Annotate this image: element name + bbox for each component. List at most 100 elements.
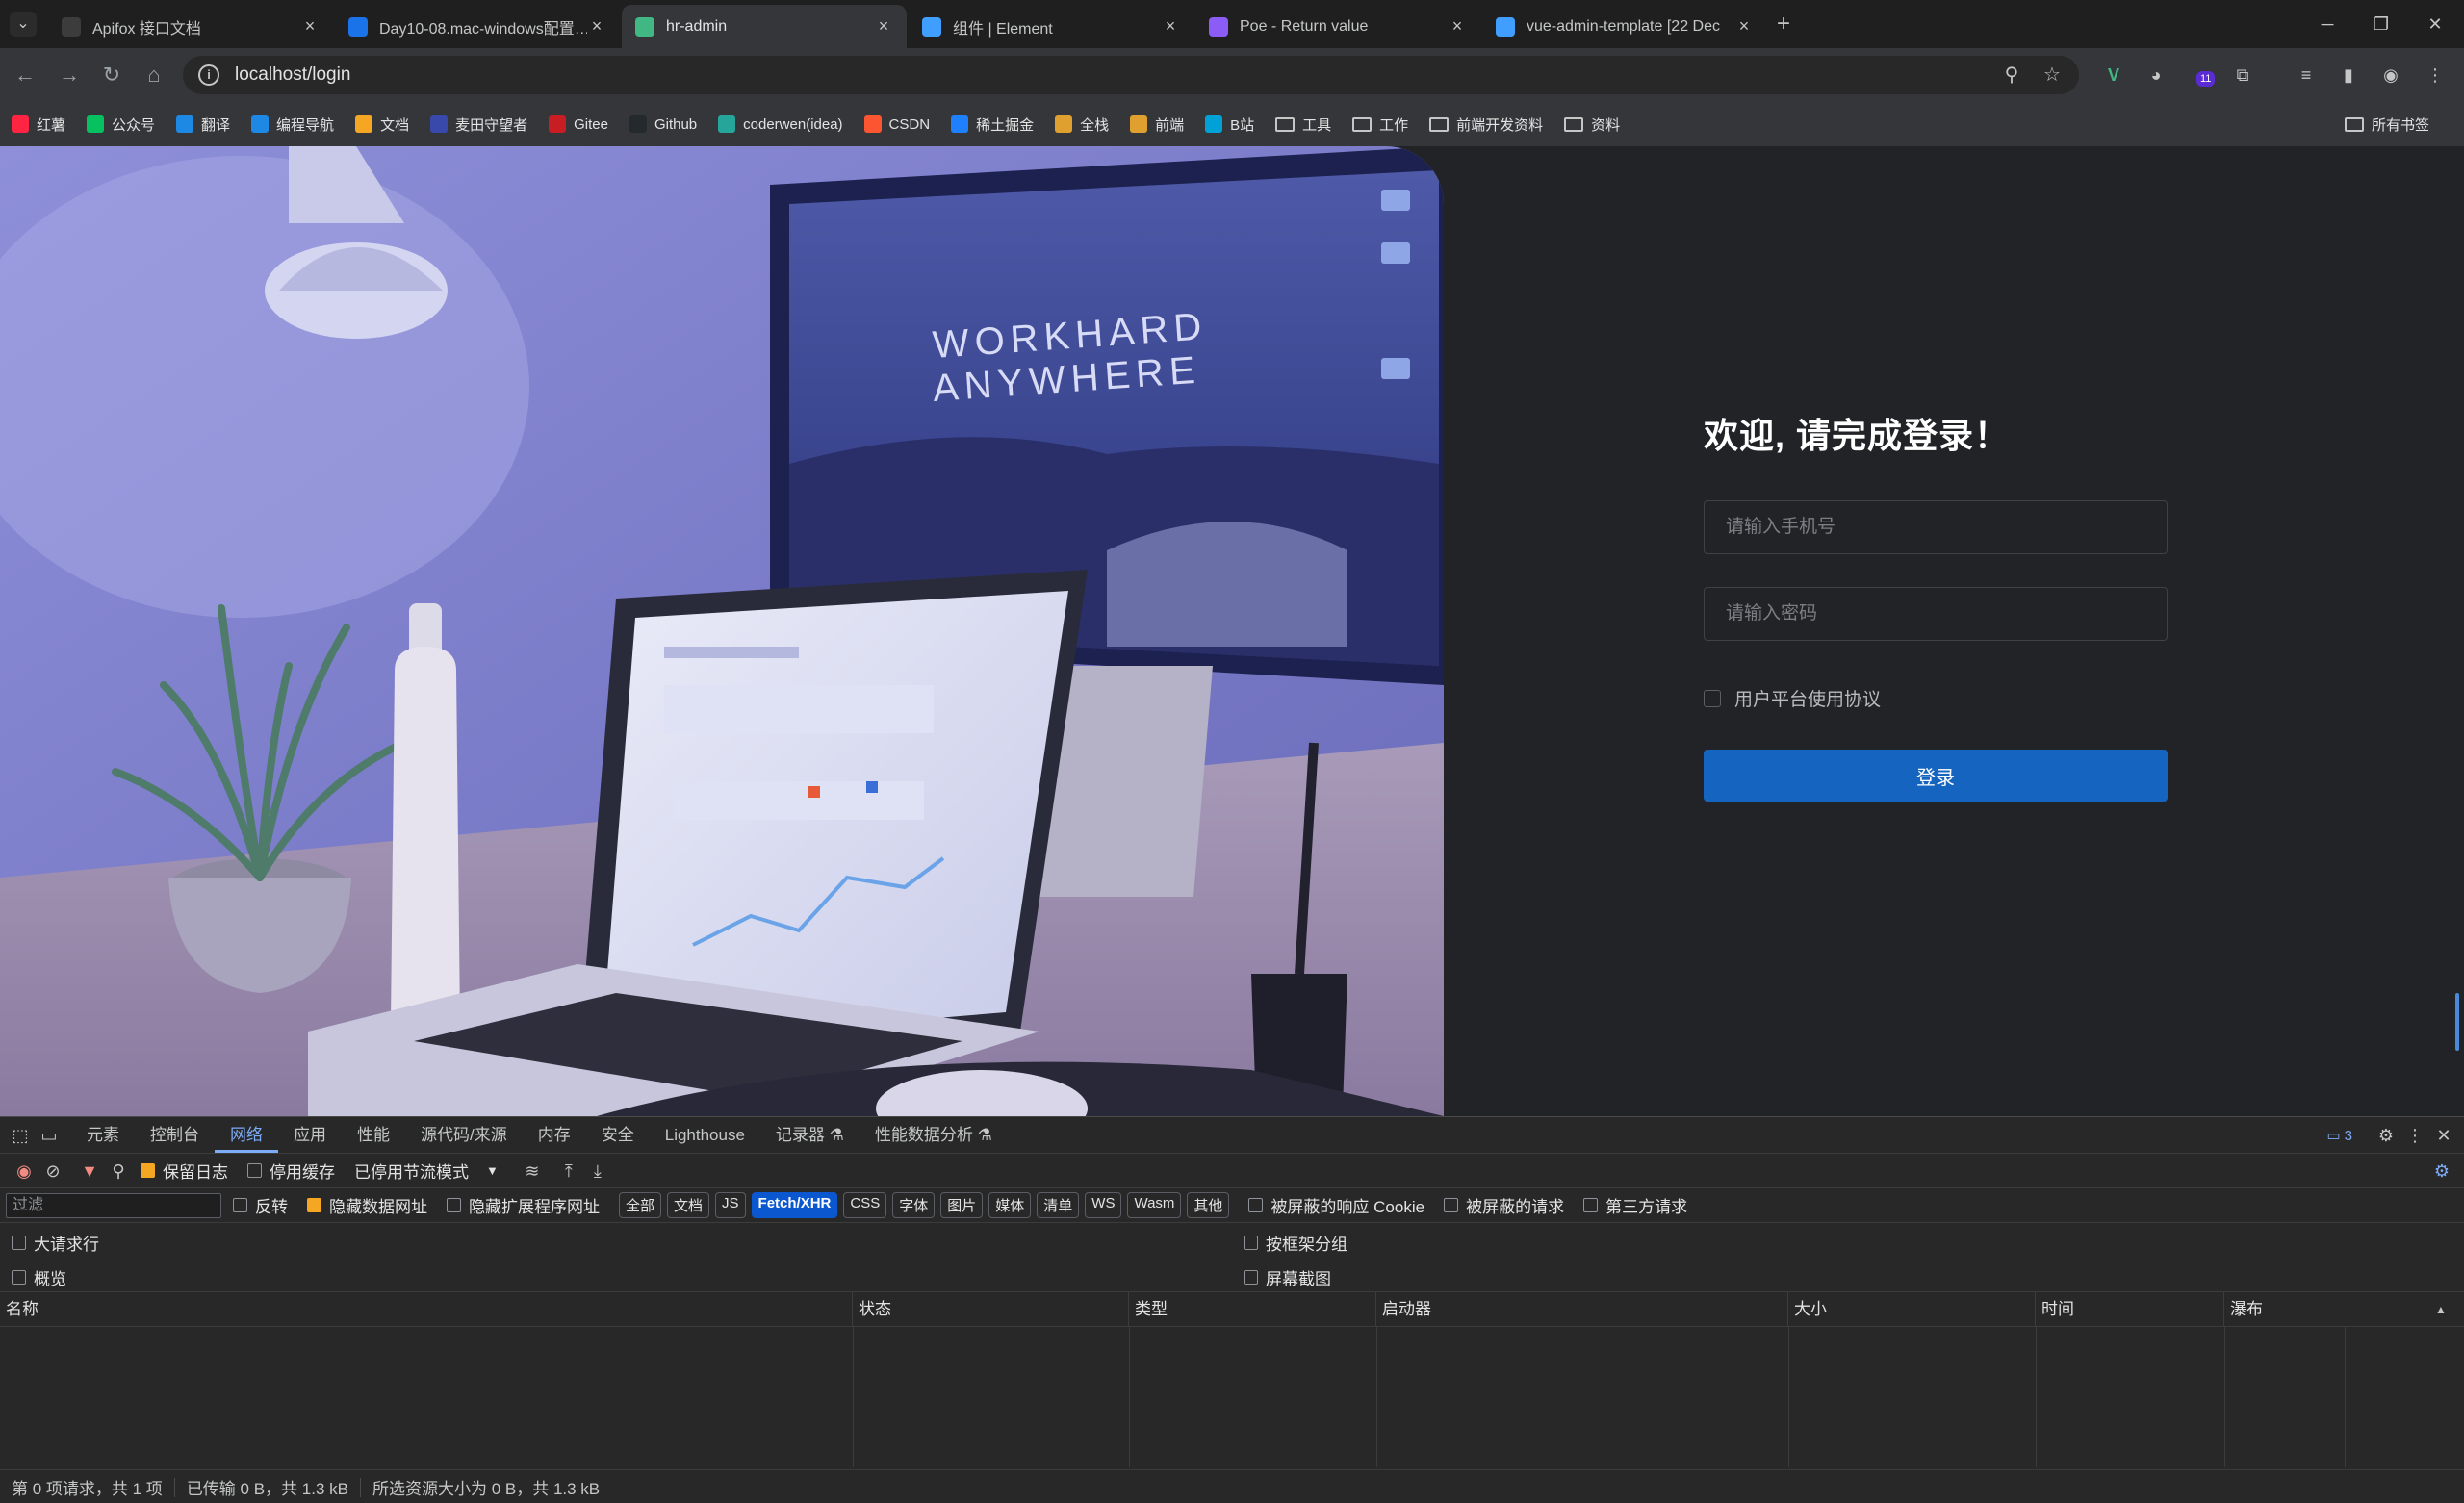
type-filter-pill[interactable]: 其他	[1187, 1192, 1230, 1218]
extensions-puzzle-icon[interactable]: ⧉	[2229, 62, 2256, 89]
browser-tab[interactable]: hr-admin ×	[622, 5, 907, 48]
tab-close-icon[interactable]: ×	[300, 16, 320, 37]
bookmark-folder[interactable]: 工作	[1352, 115, 1408, 135]
side-panel-icon[interactable]: ▮	[2335, 62, 2362, 89]
bookmark-folder[interactable]: 资料	[1564, 115, 1620, 135]
type-filter-pill[interactable]: 媒体	[988, 1192, 1032, 1218]
bookmark-item[interactable]: CSDN	[863, 115, 930, 133]
new-tab-button[interactable]: +	[1769, 10, 1798, 38]
devtools-settings-icon[interactable]: ⚙	[2372, 1121, 2400, 1150]
issues-counter[interactable]: ▭ 3	[2326, 1127, 2352, 1144]
hide-extension-urls-checkbox[interactable]: 隐藏扩展程序网址	[447, 1193, 600, 1217]
devtools-tab[interactable]: 控制台	[135, 1118, 215, 1153]
search-icon[interactable]: ⚲	[104, 1157, 133, 1185]
invert-checkbox[interactable]: 反转	[233, 1193, 288, 1217]
browser-tab[interactable]: 组件 | Element ×	[909, 5, 1194, 48]
type-filter-pill[interactable]: WS	[1085, 1192, 1122, 1218]
throttling-select[interactable]: 已停用节流模式 ▼	[354, 1159, 499, 1183]
column-waterfall[interactable]: 瀑布	[2224, 1292, 2464, 1327]
screenshots-checkbox[interactable]: 屏幕截图	[1244, 1265, 1331, 1289]
column-name[interactable]: 名称	[0, 1292, 853, 1327]
browser-tab[interactable]: Day10-08.mac-windows配置… ×	[335, 5, 620, 48]
bookmark-folder[interactable]: 工具	[1275, 115, 1331, 135]
blocked-requests-checkbox[interactable]: 被屏蔽的请求	[1444, 1193, 1564, 1217]
bookmark-item[interactable]: 麦田守望者	[430, 115, 527, 135]
browser-tab[interactable]: vue-admin-template [22 Dec ×	[1482, 5, 1767, 48]
profile-avatar-icon[interactable]: ◉	[2377, 62, 2404, 89]
devtools-close-icon[interactable]: ✕	[2429, 1121, 2458, 1150]
bookmark-item[interactable]: coderwen(idea)	[718, 115, 843, 133]
agreement-label[interactable]: 用户平台使用协议	[1734, 685, 1881, 711]
password-input[interactable]	[1704, 587, 2168, 641]
type-filter-pill[interactable]: 清单	[1037, 1192, 1080, 1218]
bookmark-item[interactable]: 稀土掘金	[951, 115, 1034, 135]
close-window-icon[interactable]: ✕	[2408, 0, 2462, 48]
column-time[interactable]: 时间	[2036, 1292, 2224, 1327]
import-har-icon[interactable]: ⤒	[554, 1157, 583, 1185]
browser-tab[interactable]: Poe - Return value ×	[1195, 5, 1480, 48]
bookmark-folder[interactable]: 前端开发资料	[1429, 115, 1543, 135]
clear-icon[interactable]: ⊘	[38, 1157, 67, 1185]
type-filter-pill[interactable]: JS	[715, 1192, 746, 1218]
column-type[interactable]: 类型	[1129, 1292, 1376, 1327]
tab-close-icon[interactable]: ×	[1161, 16, 1180, 37]
type-filter-pill[interactable]: Fetch/XHR	[751, 1192, 838, 1218]
zoom-icon[interactable]: ⚲	[1992, 56, 2031, 94]
type-filter-pill[interactable]: 全部	[619, 1192, 662, 1218]
bookmark-item[interactable]: Gitee	[549, 115, 608, 133]
home-icon[interactable]: ⌂	[139, 60, 169, 90]
record-icon[interactable]: ◉	[10, 1157, 38, 1185]
vue-devtools-icon[interactable]: V	[2100, 62, 2127, 89]
type-filter-pill[interactable]: Wasm	[1127, 1192, 1182, 1218]
network-conditions-icon[interactable]: ≋	[518, 1157, 547, 1185]
bookmark-item[interactable]: 红薯	[12, 115, 65, 135]
devtools-tab[interactable]: Lighthouse	[650, 1118, 760, 1153]
sort-ascending-icon[interactable]: ▲	[2435, 1292, 2447, 1327]
tab-close-icon[interactable]: ×	[1734, 16, 1754, 37]
back-icon[interactable]: ←	[10, 60, 40, 90]
scroll-indicator[interactable]	[2455, 993, 2459, 1051]
bookmark-item[interactable]: 公众号	[87, 115, 155, 135]
type-filter-pill[interactable]: 文档	[667, 1192, 710, 1218]
tab-close-icon[interactable]: ×	[587, 16, 606, 37]
bookmark-item[interactable]: 编程导航	[251, 115, 334, 135]
bookmark-item[interactable]: B站	[1205, 115, 1254, 135]
address-url[interactable]: localhost/login	[235, 64, 350, 86]
type-filter-pill[interactable]: 字体	[892, 1192, 936, 1218]
bookmark-item[interactable]: 前端	[1130, 115, 1184, 135]
devtools-tab[interactable]: 内存	[523, 1118, 586, 1153]
overview-checkbox[interactable]: 概览	[12, 1265, 66, 1289]
minimize-icon[interactable]: ─	[2300, 0, 2354, 48]
devtools-tab[interactable]: 网络	[215, 1118, 278, 1153]
inspect-element-icon[interactable]: ⬚	[6, 1121, 35, 1150]
address-bar[interactable]: i localhost/login	[183, 56, 2079, 94]
blocked-cookies-checkbox[interactable]: 被屏蔽的响应 Cookie	[1248, 1193, 1424, 1217]
column-initiator[interactable]: 启动器	[1376, 1292, 1788, 1327]
disable-cache-checkbox[interactable]: 停用缓存	[247, 1159, 335, 1183]
device-toolbar-icon[interactable]: ▭	[35, 1121, 64, 1150]
site-info-icon[interactable]: i	[198, 64, 219, 86]
type-filter-pill[interactable]: 图片	[940, 1192, 984, 1218]
preserve-log-checkbox[interactable]: 保留日志	[141, 1159, 228, 1183]
devtools-tab[interactable]: 记录器 ⚗	[760, 1118, 860, 1153]
bookmark-item[interactable]: 全栈	[1055, 115, 1109, 135]
reload-icon[interactable]: ↻	[96, 60, 127, 90]
network-settings-icon[interactable]: ⚙	[2427, 1157, 2456, 1185]
tab-close-icon[interactable]: ×	[874, 16, 893, 37]
big-request-rows-checkbox[interactable]: 大请求行	[12, 1231, 99, 1255]
bookmark-item[interactable]: 文档	[355, 115, 409, 135]
extension-badge-icon[interactable]: 11	[2193, 62, 2220, 89]
bookmark-star-icon[interactable]: ☆	[2033, 56, 2071, 94]
all-bookmarks-folder[interactable]: 所有书签	[2344, 102, 2429, 146]
export-har-icon[interactable]: ⤓	[583, 1157, 612, 1185]
reading-list-icon[interactable]: ≡	[2293, 62, 2320, 89]
devtools-tab[interactable]: 安全	[586, 1118, 650, 1153]
more-menu-icon[interactable]: ⋮	[2422, 62, 2449, 89]
login-button[interactable]: 登录	[1704, 750, 2168, 802]
forward-icon[interactable]: →	[54, 60, 85, 90]
third-party-checkbox[interactable]: 第三方请求	[1583, 1193, 1687, 1217]
devtools-tab[interactable]: 应用	[278, 1118, 342, 1153]
devtools-more-icon[interactable]: ⋮	[2400, 1121, 2429, 1150]
tab-close-icon[interactable]: ×	[1448, 16, 1467, 37]
hide-data-urls-checkbox[interactable]: 隐藏数据网址	[307, 1193, 427, 1217]
